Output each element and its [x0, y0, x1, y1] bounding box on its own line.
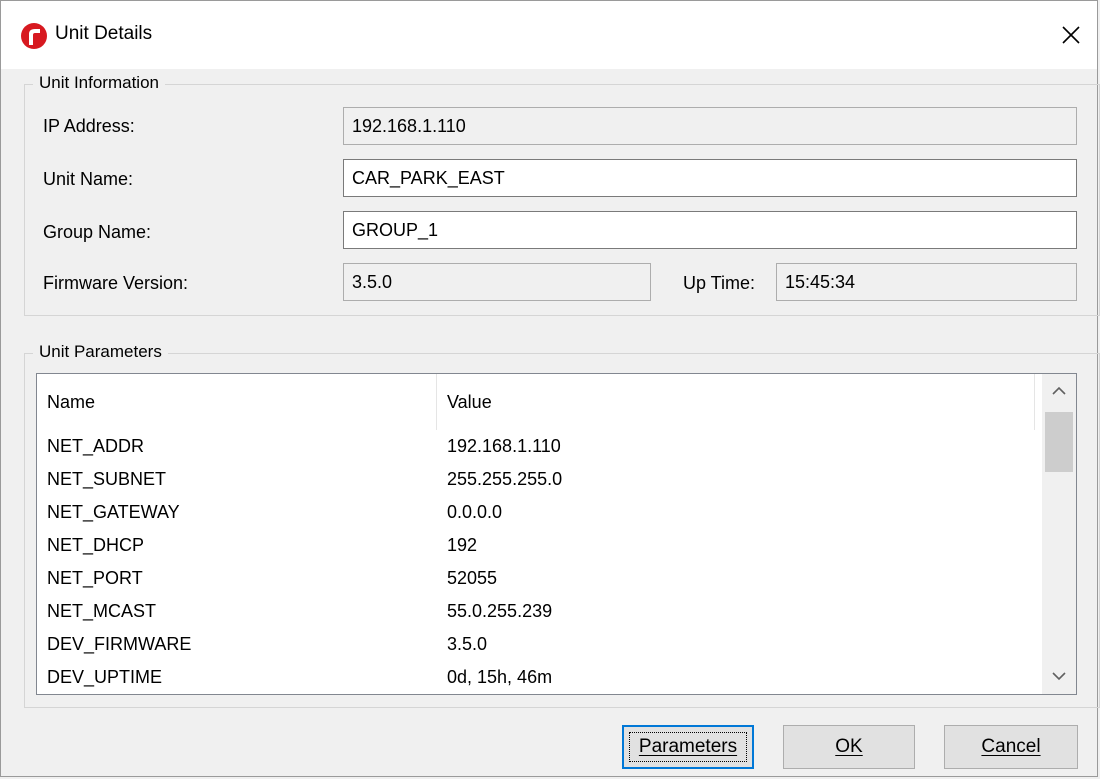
param-name: NET_ADDR: [47, 436, 145, 456]
ok-button[interactable]: OK: [783, 725, 915, 769]
ip-address-field[interactable]: 192.168.1.110: [343, 107, 1077, 145]
parameters-button[interactable]: Parameters: [622, 725, 754, 769]
unit-name-label: Unit Name:: [43, 169, 134, 189]
uptime-label: Up Time:: [683, 273, 756, 293]
listview-body: NET_ADDR 192.168.1.110 NET_SUBNET 255.25…: [37, 430, 1037, 694]
param-name: DEV_UPTIME: [47, 667, 163, 687]
window-title: Unit Details: [55, 23, 153, 44]
table-row[interactable]: NET_SUBNET 255.255.255.0: [37, 463, 1037, 496]
param-name: NET_GATEWAY: [47, 502, 180, 522]
column-header-value[interactable]: Value: [437, 374, 1035, 430]
unit-details-dialog: Unit Details Unit Information IP Address…: [0, 0, 1100, 777]
parameters-listview[interactable]: Name Value NET_ADDR 192.168.1.110 NET_SU…: [36, 373, 1077, 695]
scroll-down-button[interactable]: [1042, 660, 1076, 694]
param-name: NET_PORT: [47, 568, 143, 588]
param-name: NET_MCAST: [47, 601, 157, 621]
param-value: 3.5.0: [447, 634, 488, 654]
close-icon: [1062, 26, 1080, 44]
table-row[interactable]: NET_PORT 52055: [37, 562, 1037, 595]
unit-parameters-legend: Unit Parameters: [33, 342, 168, 362]
scroll-thumb[interactable]: [1045, 412, 1073, 472]
firmware-version-field[interactable]: 3.5.0: [343, 263, 651, 301]
ok-button-label: OK: [835, 736, 863, 757]
table-row[interactable]: DEV_UPTIME 0d, 15h, 46m: [37, 661, 1037, 694]
vertical-scrollbar[interactable]: [1042, 374, 1076, 694]
close-button[interactable]: [1047, 11, 1097, 59]
param-name: DEV_FIRMWARE: [47, 634, 192, 654]
ip-address-label: IP Address:: [43, 116, 135, 136]
column-header-name[interactable]: Name: [37, 374, 437, 430]
param-value: 55.0.255.239: [447, 601, 553, 621]
table-row[interactable]: DEV_FIRMWARE 3.5.0: [37, 628, 1037, 661]
table-row[interactable]: NET_ADDR 192.168.1.110: [37, 430, 1037, 463]
listview-header: Name Value: [37, 374, 1037, 430]
param-value: 0.0.0.0: [447, 502, 503, 522]
group-name-input[interactable]: GROUP_1: [343, 211, 1077, 249]
param-value: 192.168.1.110: [447, 436, 561, 456]
table-row[interactable]: NET_DHCP 192: [37, 529, 1037, 562]
unit-name-input[interactable]: CAR_PARK_EAST: [343, 159, 1077, 197]
param-value: 192: [447, 535, 478, 555]
cancel-button-label: Cancel: [981, 736, 1041, 757]
scroll-up-button[interactable]: [1042, 374, 1076, 408]
chevron-down-icon: [1052, 672, 1066, 681]
focus-rectangle: [629, 732, 747, 762]
firmware-version-label: Firmware Version:: [43, 273, 189, 293]
cancel-button[interactable]: Cancel: [944, 725, 1078, 769]
unit-information-legend: Unit Information: [33, 73, 165, 93]
group-name-label: Group Name:: [43, 222, 152, 242]
param-name: NET_SUBNET: [47, 469, 167, 489]
table-row[interactable]: NET_MCAST 55.0.255.239: [37, 595, 1037, 628]
uptime-field[interactable]: 15:45:34: [776, 263, 1077, 301]
param-value: 255.255.255.0: [447, 469, 563, 489]
title-bar: Unit Details: [1, 1, 1097, 69]
param-name: NET_DHCP: [47, 535, 145, 555]
table-row[interactable]: NET_GATEWAY 0.0.0.0: [37, 496, 1037, 529]
app-logo-icon: [21, 23, 47, 49]
param-value: 0d, 15h, 46m: [447, 667, 553, 687]
param-value: 52055: [447, 568, 498, 588]
chevron-up-icon: [1052, 386, 1066, 395]
